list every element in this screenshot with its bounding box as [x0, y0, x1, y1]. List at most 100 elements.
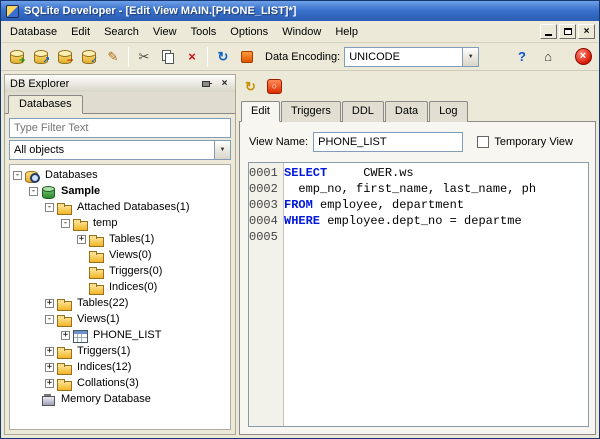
- filter-input[interactable]: [9, 118, 231, 138]
- folder-icon: [89, 281, 104, 295]
- title-bar[interactable]: SQLite Developer - [Edit View MAIN.[PHON…: [1, 1, 599, 21]
- tree-item-label: Triggers(0): [109, 265, 163, 277]
- expand-icon[interactable]: +: [61, 330, 70, 340]
- mdi-minimize-button[interactable]: [540, 24, 557, 39]
- folder-icon: [57, 313, 72, 327]
- menu-options[interactable]: Options: [223, 22, 275, 42]
- menu-view[interactable]: View: [146, 22, 184, 42]
- delete-button[interactable]: ×: [180, 45, 204, 68]
- code-text: emp_no, first_name, last_name, ph: [284, 182, 537, 196]
- chevron-down-icon[interactable]: ▼: [214, 141, 230, 159]
- tree-item-tables-22[interactable]: + Tables(22): [10, 295, 230, 311]
- tree-item-tables-1[interactable]: + Tables(1): [10, 231, 230, 247]
- tree-item-collations-3[interactable]: + Collations(3): [10, 375, 230, 391]
- data-encoding-label: Data Encoding:: [265, 50, 341, 63]
- close-panel-button[interactable]: ×: [217, 77, 232, 91]
- data-encoding-select[interactable]: UNICODE ▼: [344, 46, 480, 67]
- collapse-icon[interactable]: -: [61, 218, 70, 228]
- collapse-icon[interactable]: -: [45, 202, 54, 212]
- open-database-button[interactable]: ↗: [29, 45, 53, 68]
- collapse-icon[interactable]: -: [29, 186, 38, 196]
- edit-tab-page: View Name: Temporary View 0001 SELECT CWE…: [239, 122, 596, 435]
- tab-databases[interactable]: Databases: [8, 95, 83, 114]
- tree-item-label: Indices(0): [109, 281, 158, 293]
- view-name-input[interactable]: [313, 132, 464, 152]
- mdi-window-buttons: ×: [540, 24, 597, 39]
- expand-icon[interactable]: +: [77, 234, 86, 244]
- tab-log[interactable]: Log: [429, 101, 468, 122]
- data-encoding-value: UNICODE: [349, 50, 400, 63]
- minimize-icon: [545, 34, 552, 36]
- tree-item-views-0[interactable]: Views(0): [10, 247, 230, 263]
- tree-item-databases[interactable]: - Databases: [10, 167, 230, 183]
- tree-item-label: Triggers(1): [77, 345, 131, 357]
- home-button[interactable]: ⌂: [536, 45, 560, 68]
- expand-icon[interactable]: +: [45, 362, 54, 372]
- help-button[interactable]: ?: [510, 45, 534, 68]
- menu-tools[interactable]: Tools: [184, 22, 224, 42]
- tree-item-sample[interactable]: - Sample: [10, 183, 230, 199]
- edit-database-button[interactable]: ✎: [101, 45, 125, 68]
- tree-item-temp[interactable]: - temp: [10, 215, 230, 231]
- collapse-icon[interactable]: -: [45, 314, 54, 324]
- cut-icon: ✂: [138, 49, 150, 64]
- copy-button[interactable]: [156, 45, 180, 68]
- menu-window[interactable]: Window: [275, 22, 328, 42]
- tree-item-triggers-1[interactable]: + Triggers(1): [10, 343, 230, 359]
- main-toolbar: + ↗ − ✓ ✎ ✂ × ↻ Data Encoding: UNICODE ▼ ? ⌂ ×: [1, 43, 599, 71]
- menu-search[interactable]: Search: [97, 22, 146, 42]
- code-line: 0004 WHERE employee.dept_no = departme: [249, 213, 588, 229]
- tab-ddl[interactable]: DDL: [341, 101, 384, 122]
- folder-icon: [89, 265, 104, 279]
- code-line: 0005: [249, 229, 588, 245]
- refresh-button[interactable]: ↻: [211, 45, 235, 68]
- database-tree: - Databases - Sample - Attached Databases(1) -…: [9, 164, 231, 430]
- tree-item-views-1[interactable]: - Views(1): [10, 311, 230, 327]
- tab-edit[interactable]: Edit: [241, 101, 280, 122]
- menu-edit[interactable]: Edit: [64, 22, 97, 42]
- tree-item-indices-0[interactable]: Indices(0): [10, 279, 230, 295]
- abort-button[interactable]: ○: [264, 76, 285, 97]
- tab-data[interactable]: Data: [384, 101, 429, 122]
- tree-item-triggers-0[interactable]: Triggers(0): [10, 263, 230, 279]
- tab-triggers[interactable]: Triggers: [280, 101, 341, 122]
- temporary-view-checkbox[interactable]: Temporary View: [477, 136, 585, 148]
- pin-panel-button[interactable]: [199, 77, 214, 91]
- exit-button[interactable]: ×: [571, 45, 595, 68]
- expand-icon[interactable]: +: [45, 378, 54, 388]
- refresh-icon: ↻: [217, 49, 229, 64]
- tree-item-label: Sample: [61, 185, 101, 197]
- tree-item-attached-databases-1[interactable]: - Attached Databases(1): [10, 199, 230, 215]
- mdi-restore-button[interactable]: [559, 24, 576, 39]
- mdi-close-button[interactable]: ×: [578, 24, 595, 39]
- objects-filter-select[interactable]: All objects ▼: [9, 140, 231, 160]
- expand-icon[interactable]: +: [45, 346, 54, 356]
- refresh-view-button[interactable]: ↻: [240, 76, 261, 97]
- tree-item-label: PHONE_LIST: [93, 329, 162, 341]
- new-database-button[interactable]: +: [5, 45, 29, 68]
- code-text: SELECT CWER.ws: [284, 166, 414, 180]
- expand-icon[interactable]: +: [45, 298, 54, 308]
- explorer-tabs: Databases: [4, 92, 236, 114]
- objects-filter-value: All objects: [14, 144, 65, 156]
- tree-item-label: Memory Database: [61, 393, 151, 405]
- code-line: 0003 FROM employee, department: [249, 197, 588, 213]
- copy-icon: [165, 52, 174, 64]
- tree-item-memory-database[interactable]: Memory Database: [10, 391, 230, 407]
- tree-item-indices-12[interactable]: + Indices(12): [10, 359, 230, 375]
- menu-help[interactable]: Help: [328, 22, 365, 42]
- menu-database[interactable]: Database: [3, 22, 64, 42]
- sql-editor[interactable]: 0001 SELECT CWER.ws 0002 emp_no, first_nam…: [248, 162, 589, 427]
- tree-item-label: Indices(12): [77, 361, 132, 373]
- folder-icon: [57, 201, 72, 215]
- collapse-icon[interactable]: -: [13, 170, 22, 180]
- close-icon: ×: [221, 77, 228, 89]
- cut-button[interactable]: ✂: [132, 45, 156, 68]
- stop-refresh-button[interactable]: [235, 45, 259, 68]
- close-database-button[interactable]: −: [53, 45, 77, 68]
- chevron-down-icon[interactable]: ▼: [462, 47, 479, 66]
- close-database-icon: −: [58, 50, 74, 66]
- attach-database-button[interactable]: ✓: [77, 45, 101, 68]
- tree-item-label: Views(0): [109, 249, 152, 261]
- tree-item-phone-list[interactable]: + PHONE_LIST: [10, 327, 230, 343]
